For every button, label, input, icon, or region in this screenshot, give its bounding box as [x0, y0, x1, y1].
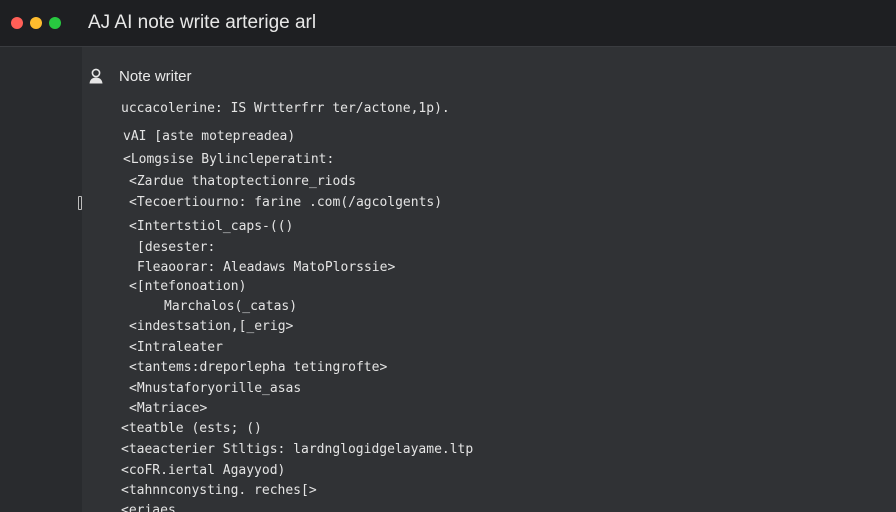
code-line-16: <teatble (ests; ()	[121, 421, 262, 436]
window-title: AJ AI note write arterige arl	[88, 12, 317, 33]
code-line-3: <Lomgsise Bylincleperatint:	[123, 152, 335, 167]
close-window-button[interactable]	[11, 17, 23, 29]
code-line-19: <tahnnconysting. reches[>	[121, 483, 317, 498]
code-line-9: <[ntefonoation)	[129, 279, 247, 294]
code-line-17: <taeacterier Stltigs: lardnglogidgelayam…	[121, 442, 474, 457]
left-gutter	[0, 47, 82, 512]
code-line-12: <Intraleater	[129, 340, 223, 355]
code-line-10: Marchalos(_catas)	[164, 299, 298, 314]
code-line-15: <Matriace>	[129, 401, 208, 416]
panel-title: Note writer	[119, 67, 192, 85]
code-line-6: <Intertstiol_caps-(()	[129, 219, 294, 234]
code-line-4: <Zardue thatoptectionre_riods	[129, 174, 356, 189]
maximize-window-button[interactable]	[49, 17, 61, 29]
code-line-14: <Mnustaforyorille_asas	[129, 381, 302, 396]
title-bar: AJ AI note write arterige arl	[0, 0, 896, 47]
code-line-7: [desester:	[137, 240, 216, 255]
panel-header: Note writer	[88, 64, 192, 88]
code-line-2: vAI [aste motepreadea)	[123, 129, 296, 144]
code-line-1: uccacolerine: IS Wrtterfrr ter/actone,1p…	[121, 101, 450, 116]
code-line-18: <coFR.iertal Agayyod)	[121, 463, 286, 478]
minimize-window-button[interactable]	[30, 17, 42, 29]
code-line-13: <tantems:dreporlepha tetingrofte>	[129, 360, 388, 375]
user-icon	[89, 68, 103, 84]
code-line-11: <indestsation,[_erig>	[129, 319, 294, 334]
code-line-5: <Tecoertiourno: farine .com(/agcolgents)	[129, 195, 443, 210]
code-line-20: <eriaes	[121, 503, 176, 512]
code-line-8: Fleaoorar: Aleadaws MatoPlorssie>	[137, 260, 396, 275]
app-window: AJ AI note write arterige arl Note write…	[0, 0, 896, 512]
